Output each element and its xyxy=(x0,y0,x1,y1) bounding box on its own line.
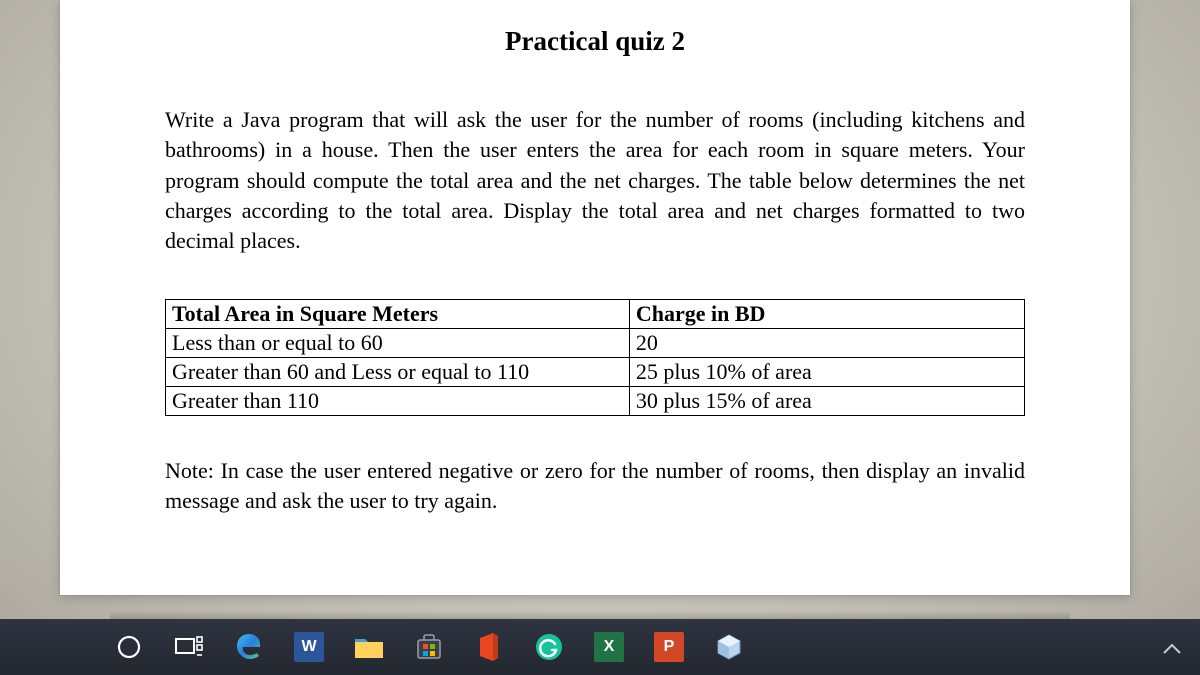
windows-taskbar: W X P xyxy=(0,619,1200,675)
excel-icon[interactable]: X xyxy=(590,628,628,666)
table-row: Greater than 110 30 plus 15% of area xyxy=(166,386,1025,415)
table-row: Greater than 60 and Less or equal to 110… xyxy=(166,357,1025,386)
app-cube-icon[interactable] xyxy=(710,628,748,666)
instructions-paragraph: Write a Java program that will ask the u… xyxy=(165,105,1025,257)
page-title: Practical quiz 2 xyxy=(165,26,1025,57)
tray-chevron-up-icon[interactable] xyxy=(1162,636,1182,663)
task-view-icon[interactable] xyxy=(170,628,208,666)
note-paragraph: Note: In case the user entered negative … xyxy=(165,456,1025,517)
grammarly-icon[interactable] xyxy=(530,628,568,666)
header-total-area: Total Area in Square Meters xyxy=(166,299,630,328)
file-explorer-icon[interactable] xyxy=(350,628,388,666)
powerpoint-icon[interactable]: P xyxy=(650,628,688,666)
word-icon[interactable]: W xyxy=(290,628,328,666)
cell-area-1: Less than or equal to 60 xyxy=(166,328,630,357)
cortana-icon[interactable] xyxy=(110,628,148,666)
microsoft-store-icon[interactable] xyxy=(410,628,448,666)
document-page: Practical quiz 2 Write a Java program th… xyxy=(60,0,1130,595)
cell-charge-1: 20 xyxy=(629,328,1024,357)
office-icon[interactable] xyxy=(470,628,508,666)
word-tile-label: W xyxy=(294,632,324,662)
cell-area-3: Greater than 110 xyxy=(166,386,630,415)
ppt-tile-label: P xyxy=(654,632,684,662)
excel-tile-label: X xyxy=(594,632,624,662)
cell-charge-2: 25 plus 10% of area xyxy=(629,357,1024,386)
cell-charge-3: 30 plus 15% of area xyxy=(629,386,1024,415)
table-header-row: Total Area in Square Meters Charge in BD xyxy=(166,299,1025,328)
header-charge: Charge in BD xyxy=(629,299,1024,328)
cell-area-2: Greater than 60 and Less or equal to 110 xyxy=(166,357,630,386)
charges-table: Total Area in Square Meters Charge in BD… xyxy=(165,299,1025,416)
edge-icon[interactable] xyxy=(230,628,268,666)
table-row: Less than or equal to 60 20 xyxy=(166,328,1025,357)
page-shadow xyxy=(110,611,1070,619)
